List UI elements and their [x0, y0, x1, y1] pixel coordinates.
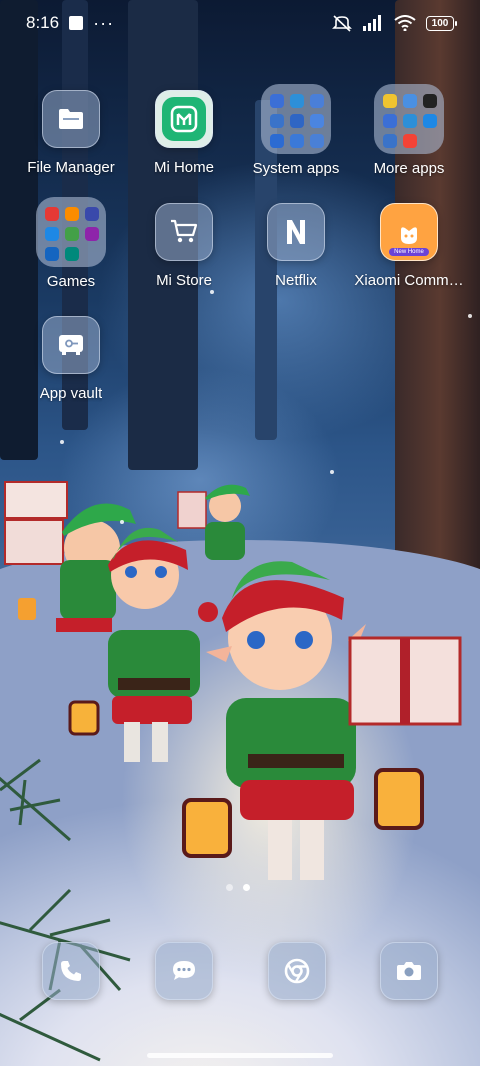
app-label: File Manager: [27, 159, 115, 176]
folder-grid-icon: [36, 197, 106, 267]
folder-system-apps[interactable]: System apps: [236, 84, 356, 194]
status-time: 8:16: [26, 13, 60, 32]
page-indicator[interactable]: [226, 884, 250, 891]
app-file-manager[interactable]: File Manager: [11, 90, 131, 200]
chat-icon: [173, 961, 195, 980]
dock-phone-button[interactable]: [42, 942, 100, 1000]
phone-icon: [61, 961, 81, 981]
square-notification-icon: [69, 16, 84, 30]
app-label: App vault: [39, 385, 103, 402]
mi-home-icon: [155, 90, 213, 148]
snowflake: [60, 440, 64, 444]
dock-messages-button[interactable]: [155, 942, 213, 1000]
status-bar-right: 100: [332, 14, 457, 32]
elf-group-illustration: [4, 481, 462, 880]
snowflake: [468, 314, 472, 318]
camera-icon: [397, 962, 421, 980]
chrome-icon: [284, 958, 310, 984]
snowflake: [330, 470, 334, 474]
app-label: Games: [46, 273, 96, 290]
snowflake: [120, 520, 124, 524]
mute-vibrate-icon: [332, 15, 352, 32]
signal-icon: [363, 15, 381, 31]
dock-camera-button[interactable]: [380, 942, 438, 1000]
app-label: More apps: [373, 160, 445, 177]
netflix-icon: [267, 203, 325, 261]
app-label: Xiaomi Comm…: [354, 272, 464, 289]
app-label: Mi Home: [153, 159, 214, 176]
home-gesture-bar[interactable]: [147, 1053, 333, 1058]
folder-icon: [42, 90, 100, 148]
app-label: Netflix: [275, 272, 317, 289]
wifi-icon: [394, 15, 416, 31]
cart-icon: [155, 203, 213, 261]
xiaomi-community-icon: New Home: [380, 203, 438, 261]
battery-icon: 100: [426, 15, 457, 31]
vault-icon: [42, 316, 100, 374]
status-bar: 8:16 ··· 100: [0, 0, 480, 46]
new-home-badge: New Home: [389, 248, 429, 256]
app-label: System apps: [252, 160, 340, 177]
folder-more-apps[interactable]: More apps: [349, 84, 469, 194]
page-dot-active[interactable]: [243, 884, 250, 891]
app-netflix[interactable]: Netflix: [236, 203, 356, 313]
folder-grid-icon: [374, 84, 444, 154]
folder-games[interactable]: Games: [11, 197, 131, 307]
app-mi-store[interactable]: Mi Store: [124, 203, 244, 313]
more-dots-icon: ···: [93, 13, 115, 33]
page-dot[interactable]: [226, 884, 233, 891]
app-mi-home[interactable]: Mi Home: [124, 90, 244, 200]
app-label: Mi Store: [156, 272, 212, 289]
app-vault[interactable]: App vault: [11, 316, 131, 426]
app-xiaomi-community[interactable]: New Home Xiaomi Comm…: [349, 203, 469, 313]
status-bar-left: 8:16 ···: [26, 13, 114, 33]
folder-grid-icon: [261, 84, 331, 154]
dock-browser-button[interactable]: [268, 942, 326, 1000]
